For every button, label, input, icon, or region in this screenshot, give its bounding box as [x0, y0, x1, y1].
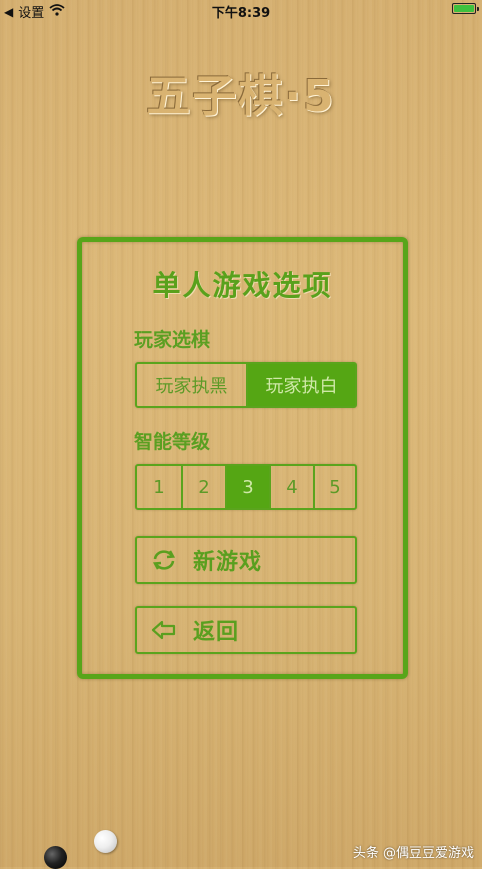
app-title: 五子棋·5 — [146, 71, 336, 122]
black-stone-icon — [44, 846, 67, 869]
status-time: 下午8:39 — [211, 6, 271, 21]
level-option-4[interactable]: 4 — [269, 466, 313, 508]
level-option-2[interactable]: 2 — [181, 466, 225, 508]
back-label: 返回 — [193, 620, 240, 645]
panel-title: 单人游戏选项 — [152, 269, 333, 302]
option-play-black[interactable]: 玩家执黑 — [137, 364, 246, 406]
level-option-3[interactable]: 3 — [225, 466, 269, 508]
status-bar: ◀ 设置 下午8:39 — [0, 0, 482, 21]
battery-icon — [452, 3, 479, 14]
back-button[interactable]: 返回 — [135, 606, 357, 654]
level-option-1[interactable]: 1 — [137, 466, 181, 508]
option-play-white[interactable]: 玩家执白 — [246, 364, 355, 406]
player-color-label: 玩家选棋 — [134, 329, 211, 351]
ai-level-selector: 1 2 3 4 5 — [135, 464, 357, 510]
ai-level-label: 智能等级 — [134, 431, 211, 453]
level-option-5[interactable]: 5 — [313, 466, 355, 508]
new-game-button[interactable]: 新游戏 — [135, 536, 357, 584]
player-color-selector: 玩家执黑 玩家执白 — [135, 362, 357, 408]
new-game-label: 新游戏 — [193, 550, 263, 575]
single-player-options-panel: 单人游戏选项 玩家选棋 玩家执黑 玩家执白 智能等级 1 2 3 4 5 新游戏… — [77, 237, 408, 679]
white-stone-icon — [94, 830, 117, 853]
watermark: 头条 @偶豆豆爱游戏 — [352, 846, 474, 861]
back-arrow-icon — [149, 619, 179, 641]
refresh-icon — [149, 548, 179, 572]
